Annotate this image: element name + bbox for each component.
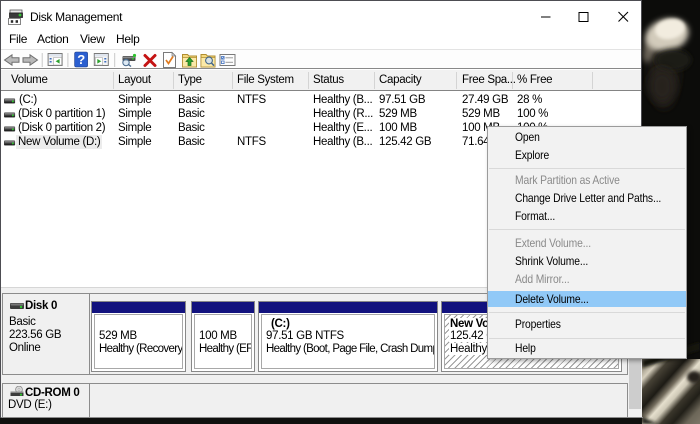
svg-text:?: ? xyxy=(77,52,85,67)
